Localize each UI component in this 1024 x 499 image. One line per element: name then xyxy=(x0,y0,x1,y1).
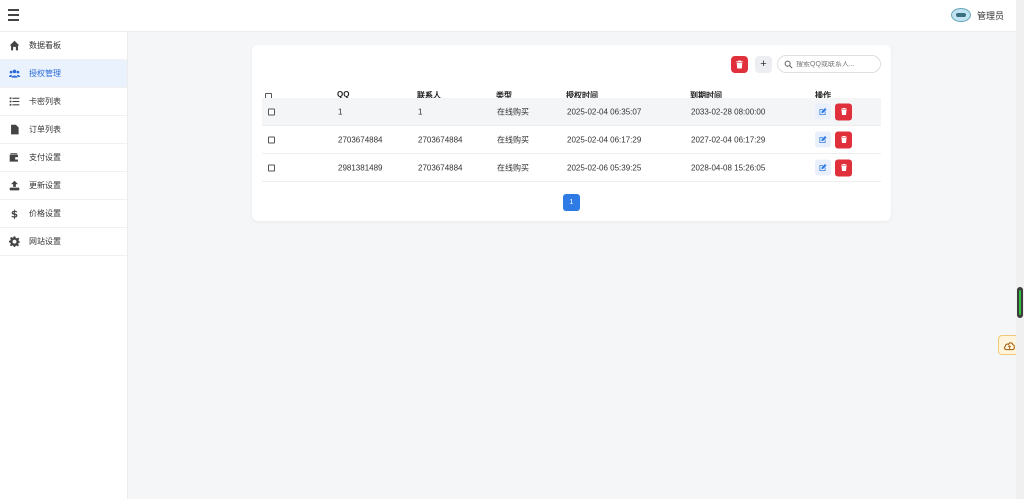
row-checkbox[interactable] xyxy=(268,108,275,115)
delete-button[interactable] xyxy=(835,159,852,176)
cell-expire-time: 2027-02-04 06:17:29 xyxy=(691,135,766,144)
trash-icon xyxy=(840,164,847,171)
top-bar: 管理员 xyxy=(0,0,1016,32)
upload-icon xyxy=(8,180,20,192)
cell-auth-time: 2025-02-04 06:17:29 xyxy=(567,135,642,144)
sidebar-item-site-settings[interactable]: 网站设置 xyxy=(0,228,127,256)
cell-contact: 1 xyxy=(418,107,423,116)
user-menu[interactable]: 管理员 xyxy=(950,8,1004,22)
cell-expire-time: 2028-04-08 15:26:05 xyxy=(691,163,766,172)
svg-text:$: $ xyxy=(10,209,17,219)
scrollbar[interactable] xyxy=(1016,0,1024,499)
user-name: 管理员 xyxy=(976,10,1004,21)
cell-type: 在线购买 xyxy=(497,163,529,172)
cell-expire-time: 2033-02-28 08:00:00 xyxy=(691,107,766,116)
delete-button[interactable] xyxy=(835,131,852,148)
gear-icon xyxy=(8,236,20,248)
cell-auth-time: 2025-02-06 05:39:25 xyxy=(567,163,642,172)
sidebar-item-payment[interactable]: 支付设置 xyxy=(0,144,127,172)
sidebar-item-card-list[interactable]: 卡密列表 xyxy=(0,88,127,116)
cell-qq: 2703674884 xyxy=(338,135,383,144)
cell-qq: 1 xyxy=(338,107,343,116)
edit-icon xyxy=(819,135,827,143)
sidebar-item-label: 更新设置 xyxy=(29,181,61,190)
file-icon xyxy=(8,124,20,136)
menu-toggle-icon[interactable] xyxy=(8,9,24,23)
sidebar: 数据看板 授权管理 卡密列表 订单列表 支付设置 更新设置 $ 价格设置 网站设… xyxy=(0,32,128,499)
search-icon xyxy=(784,60,793,69)
sidebar-item-label: 支付设置 xyxy=(29,153,61,162)
cell-contact: 2703674884 xyxy=(418,163,463,172)
cell-contact: 2703674884 xyxy=(418,135,463,144)
edit-button[interactable] xyxy=(815,131,831,147)
home-icon xyxy=(8,40,20,52)
cell-type: 在线购买 xyxy=(497,135,529,144)
scrollbar-thumb[interactable] xyxy=(1017,287,1023,318)
trash-icon xyxy=(840,108,847,115)
sidebar-item-pricing[interactable]: $ 价格设置 xyxy=(0,200,127,228)
sidebar-item-label: 卡密列表 xyxy=(29,97,61,106)
trash-icon xyxy=(840,136,847,143)
table-row: 2981381489 2703674884 在线购买 2025-02-06 05… xyxy=(262,154,881,182)
row-actions xyxy=(815,131,852,148)
cell-auth-time: 2025-02-04 06:35:07 xyxy=(567,107,642,116)
edit-icon xyxy=(819,163,827,171)
search-box[interactable] xyxy=(777,55,881,73)
users-icon xyxy=(8,68,20,80)
sidebar-item-orders[interactable]: 订单列表 xyxy=(0,116,127,144)
edit-button[interactable] xyxy=(815,103,831,119)
row-checkbox[interactable] xyxy=(268,136,275,143)
row-actions xyxy=(815,159,852,176)
edit-icon xyxy=(819,107,827,115)
sidebar-item-label: 价格设置 xyxy=(29,209,61,218)
edit-button[interactable] xyxy=(815,159,831,175)
delete-button[interactable] xyxy=(835,103,852,120)
list-icon xyxy=(8,96,20,108)
cloud-icon xyxy=(1003,341,1015,350)
authorization-card: + QQ 联系人 类型 授权时间 到期时间 操作 1 1 在线购买 2025-0… xyxy=(252,45,891,221)
sidebar-item-authorization[interactable]: 授权管理 xyxy=(0,60,127,88)
cell-qq: 2981381489 xyxy=(338,163,383,172)
wallet-icon xyxy=(8,152,20,164)
add-button[interactable]: + xyxy=(755,56,772,73)
trash-icon xyxy=(736,60,743,69)
search-input[interactable] xyxy=(796,60,878,68)
sidebar-item-update[interactable]: 更新设置 xyxy=(0,172,127,200)
sidebar-item-label: 授权管理 xyxy=(29,69,61,78)
sidebar-item-dashboard[interactable]: 数据看板 xyxy=(0,32,127,60)
sidebar-item-label: 订单列表 xyxy=(29,125,61,134)
cell-type: 在线购买 xyxy=(497,107,529,116)
row-actions xyxy=(815,103,852,120)
dollar-icon: $ xyxy=(8,208,20,220)
avatar[interactable] xyxy=(950,8,971,22)
sidebar-item-label: 网站设置 xyxy=(29,237,61,246)
table-row: 2703674884 2703674884 在线购买 2025-02-04 06… xyxy=(262,126,881,154)
bulk-delete-button[interactable] xyxy=(731,56,748,73)
table-row: 1 1 在线购买 2025-02-04 06:35:07 2033-02-28 … xyxy=(262,98,881,126)
pagination-page-button[interactable]: 1 xyxy=(563,194,580,211)
row-checkbox[interactable] xyxy=(268,164,275,171)
sidebar-item-label: 数据看板 xyxy=(29,41,61,50)
